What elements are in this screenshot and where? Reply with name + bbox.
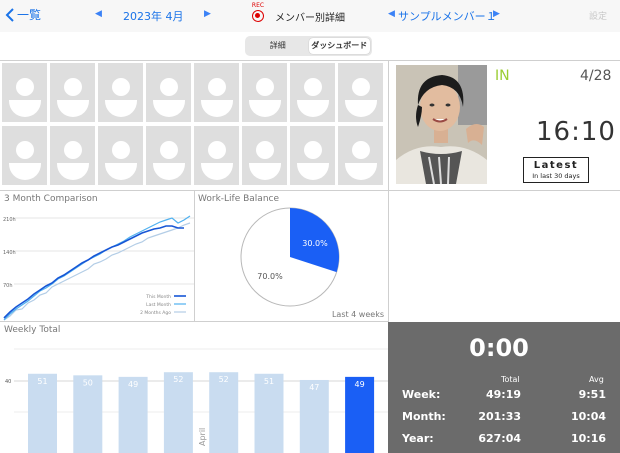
avatar-placeholder[interactable] xyxy=(98,63,143,122)
balance-chart: 30.0% 70.0% Last 4 weeks xyxy=(240,207,384,319)
weekly-bar-label: 52 xyxy=(219,375,229,384)
next-member-button[interactable]: ▶ xyxy=(493,9,500,19)
attendance-time: 16:10 xyxy=(536,117,616,147)
avatar-placeholder[interactable] xyxy=(146,126,191,185)
avatar-placeholder[interactable] xyxy=(338,126,383,185)
weekly-bar-label: 52 xyxy=(173,375,183,384)
legend-label: This Month xyxy=(145,294,171,300)
rec-label: REC xyxy=(251,2,265,9)
weekly-bar-label: 49 xyxy=(355,380,365,389)
tab-details[interactable]: 詳細 xyxy=(247,38,309,54)
avatar-placeholder[interactable] xyxy=(194,63,239,122)
y-tick-label: 210h xyxy=(3,217,16,223)
tab-dashboard[interactable]: ダッシュボード xyxy=(308,38,370,54)
member-photo xyxy=(396,65,487,184)
month-axis-label: April xyxy=(198,428,207,446)
settings-button[interactable]: 設定 xyxy=(589,9,607,22)
attendance-status: IN xyxy=(495,68,510,84)
weekly-bar-label: 49 xyxy=(128,380,138,389)
record-button[interactable]: REC xyxy=(251,2,265,22)
record-icon xyxy=(252,10,264,22)
total-column-header: Total xyxy=(501,375,520,384)
month-label: 2023年 4月 xyxy=(123,10,184,23)
avatar-placeholder[interactable] xyxy=(338,63,383,122)
weekly-bar xyxy=(163,372,193,453)
comparison-chart: 210h 140h 70h This Month Last Month 2 Mo… xyxy=(3,215,194,321)
next-month-button[interactable]: ▶ xyxy=(204,9,211,19)
pie-label-free: 70.0% xyxy=(257,272,283,281)
member-name[interactable]: サンプルメンバー１ xyxy=(398,8,497,24)
avatar-placeholder[interactable] xyxy=(146,63,191,122)
avatar-placeholder[interactable] xyxy=(50,126,95,185)
avatar-placeholder[interactable] xyxy=(194,126,239,185)
year-row-label: Year: xyxy=(402,432,434,445)
latest-button-subtitle: In last 30 days xyxy=(532,172,580,180)
weekly-chart: 40 51 50 49 52 52 51 47 49 April xyxy=(5,348,388,453)
week-avg: 9:51 xyxy=(578,388,606,401)
latest-button[interactable]: Latest In last 30 days xyxy=(523,157,589,183)
legend-label: Last Month xyxy=(146,302,171,308)
top-bar: 一覧 ◀ 2023年 4月 ▶ REC メンバー別詳細 ◀ サンプルメンバー１ … xyxy=(0,0,620,32)
divider xyxy=(0,60,620,61)
avatar-placeholder[interactable] xyxy=(290,126,335,185)
month-total: 201:33 xyxy=(478,410,521,423)
weekly-bar-label: 50 xyxy=(83,378,93,387)
divider xyxy=(388,60,389,322)
latest-button-title: Latest xyxy=(533,160,579,171)
avatar-placeholder[interactable] xyxy=(98,126,143,185)
attendance-date: 4/28 xyxy=(580,68,612,84)
avatar-placeholder[interactable] xyxy=(242,63,287,122)
weekly-bar-label: 47 xyxy=(309,383,319,392)
weekly-bar xyxy=(209,372,239,453)
year-avg: 10:16 xyxy=(570,432,606,445)
week-total: 49:19 xyxy=(485,388,521,401)
totals-panel: 0:00 Total Avg Week: 49:19 9:51 Month: 2… xyxy=(388,322,620,453)
back-button-label: 一覧 xyxy=(17,8,42,22)
previous-month-button[interactable]: ◀ xyxy=(95,9,102,19)
pie-label-work: 30.0% xyxy=(302,239,328,248)
y-tick-label: 40 xyxy=(5,379,11,385)
legend-label: 2 Months Ago xyxy=(140,310,171,316)
y-tick-label: 70h xyxy=(3,283,13,289)
page-title: メンバー別詳細 xyxy=(275,13,345,24)
month-row-label: Month: xyxy=(402,410,446,423)
avatar-placeholder[interactable] xyxy=(290,63,335,122)
back-button[interactable]: 一覧 xyxy=(5,6,41,23)
view-segment-control: 詳細 ダッシュボード xyxy=(245,36,372,56)
avg-column-header: Avg xyxy=(589,375,604,384)
avatar-placeholder[interactable] xyxy=(2,63,47,122)
month-avg: 10:04 xyxy=(570,410,606,423)
y-tick-label: 140h xyxy=(3,250,16,256)
weekly-bar-label: 51 xyxy=(37,377,47,386)
today-total: 0:00 xyxy=(469,334,529,362)
weekly-bar-label: 51 xyxy=(264,377,274,386)
avatar-placeholder[interactable] xyxy=(50,63,95,122)
chevron-left-icon xyxy=(5,7,14,22)
avatar-placeholder[interactable] xyxy=(242,126,287,185)
avatar-placeholder[interactable] xyxy=(2,126,47,185)
previous-member-button[interactable]: ◀ xyxy=(388,9,395,19)
week-row-label: Week: xyxy=(402,388,441,401)
year-total: 627:04 xyxy=(478,432,521,445)
member-photo-grid xyxy=(0,63,388,188)
balance-chart-footer: Last 4 weeks xyxy=(332,310,384,319)
